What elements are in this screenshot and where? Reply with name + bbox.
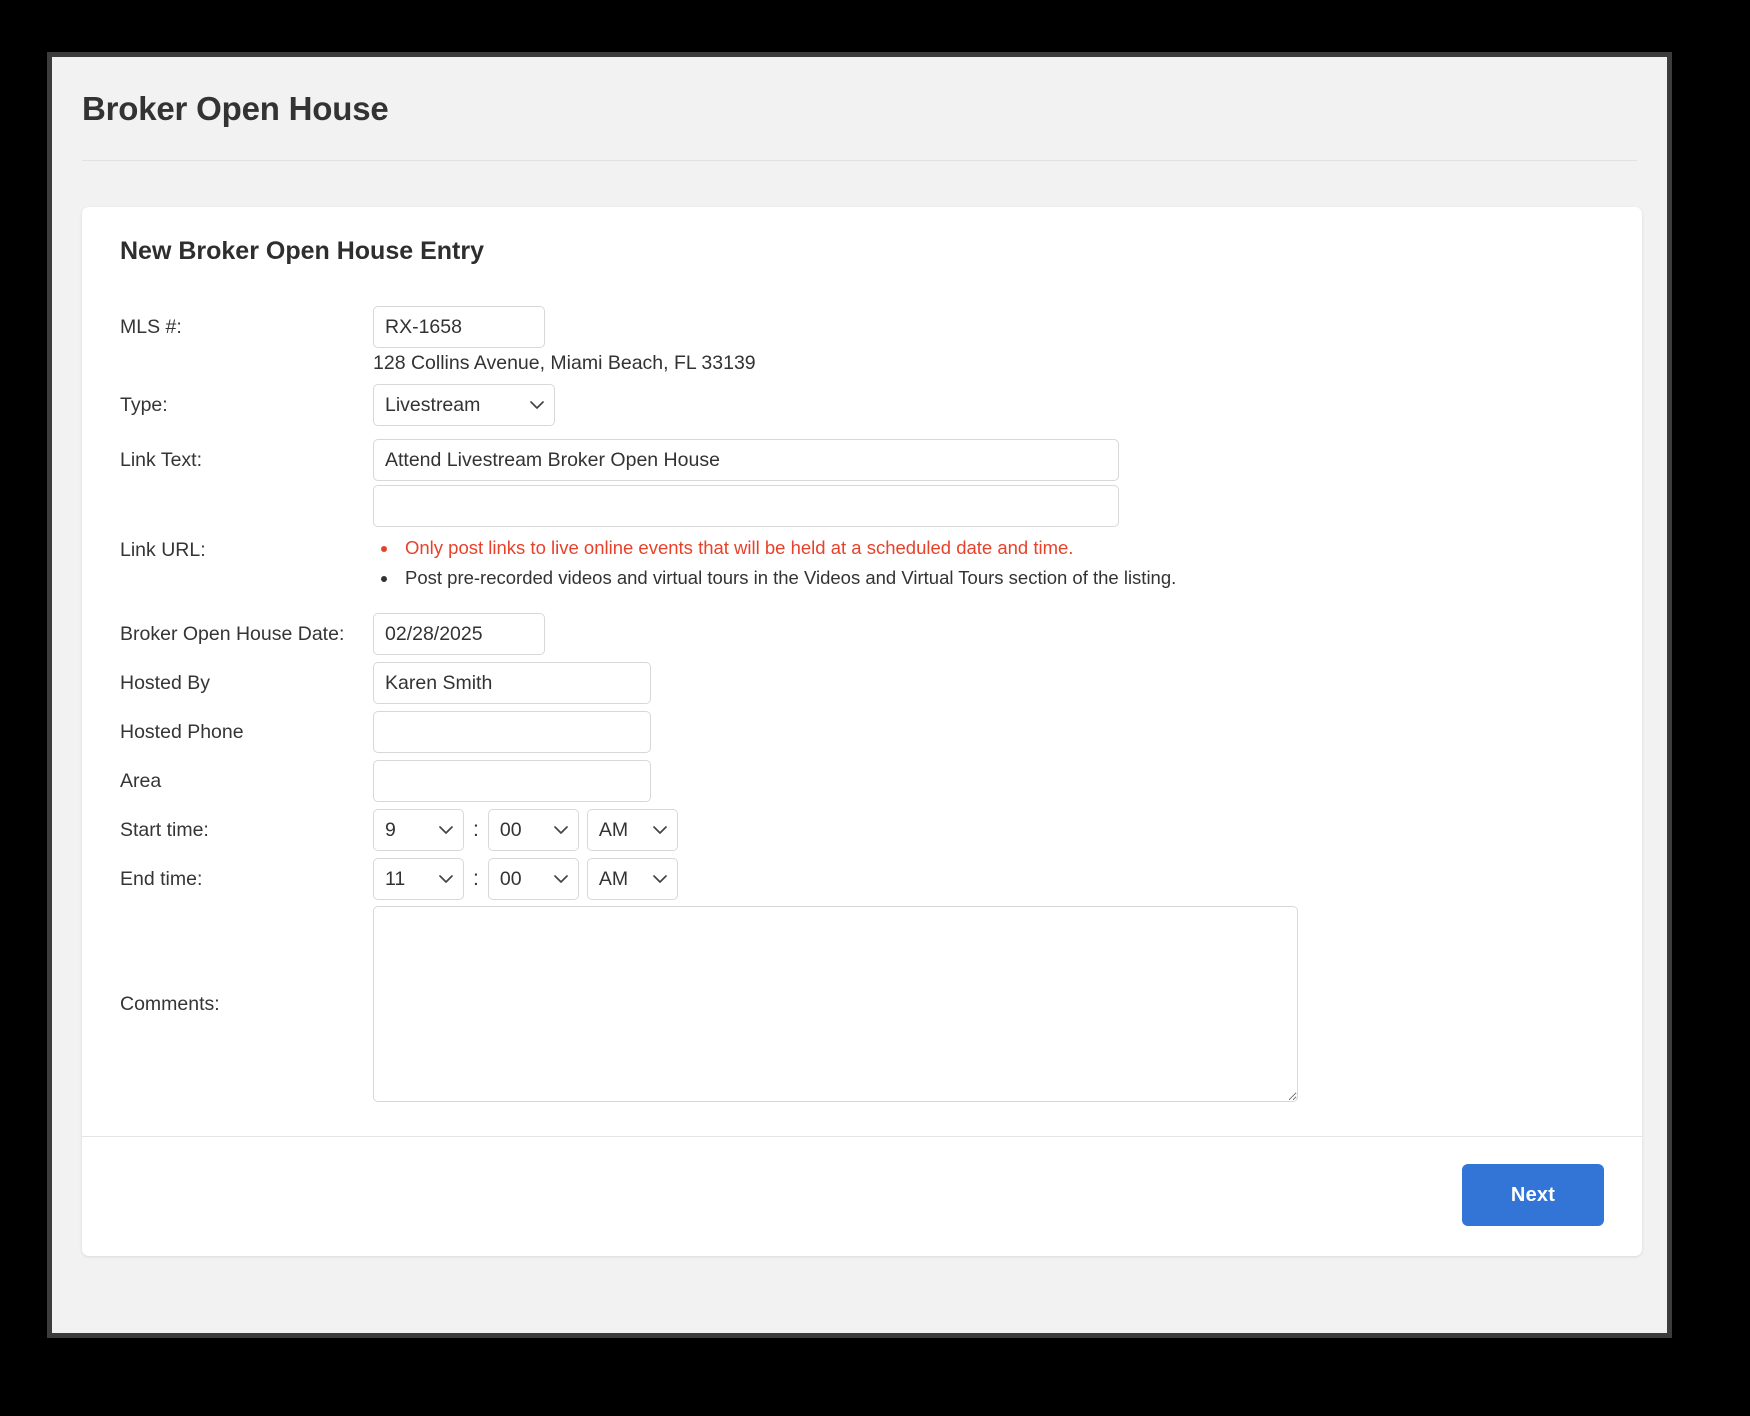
form-row-area: Area	[120, 760, 1604, 803]
form-row-hosted-by: Hosted By	[120, 662, 1604, 705]
type-label: Type:	[120, 394, 168, 417]
end-time-group: 11 : 00 AM	[373, 858, 1604, 901]
form-row-comments: Comments:	[120, 906, 1604, 1103]
hosted-phone-input[interactable]	[373, 711, 651, 754]
link-text-field-wrap	[373, 439, 1604, 482]
card-heading: New Broker Open House Entry	[120, 237, 484, 265]
area-input[interactable]	[373, 760, 651, 803]
start-time-hour-select[interactable]: 9	[373, 809, 464, 852]
link-url-label: Link URL:	[120, 539, 206, 562]
hosted-by-field-wrap	[373, 662, 1604, 705]
start-time-meridiem-select[interactable]: AM	[586, 809, 678, 852]
link-url-notes: Only post links to live online events th…	[373, 535, 1604, 595]
type-select[interactable]: Livestream	[373, 384, 555, 427]
start-time-group: 9 : 00 AM	[373, 809, 1604, 852]
end-time-hour-select[interactable]: 11	[373, 858, 464, 901]
mls-field-wrap	[373, 306, 1604, 348]
page-content: Broker Open House New Broker Open House …	[52, 57, 1667, 1333]
form-card: New Broker Open House Entry MLS #: 128 C…	[82, 207, 1642, 1257]
start-time-minute-select[interactable]: 00	[487, 809, 579, 852]
comments-textarea[interactable]	[373, 906, 1298, 1103]
open-house-date-field-wrap	[373, 613, 1604, 656]
end-time-label: End time:	[120, 867, 203, 890]
form-row-link-text: Link Text:	[120, 439, 1604, 482]
note-item-info: Post pre-recorded videos and virtual tou…	[399, 565, 1604, 592]
mls-label: MLS #:	[120, 315, 182, 338]
form-row-start-time: Start time: 9 : 00 AM	[120, 809, 1604, 852]
hosted-by-label: Hosted By	[120, 671, 210, 694]
hosted-by-input[interactable]	[373, 662, 651, 705]
hosted-phone-field-wrap	[373, 711, 1604, 754]
browser-viewport: Broker Open House New Broker Open House …	[47, 52, 1672, 1338]
form-card-footer: Next	[82, 1136, 1642, 1256]
end-time-meridiem-select[interactable]: AM	[586, 858, 678, 901]
start-time-separator: :	[473, 818, 479, 842]
comments-field-wrap	[373, 906, 1604, 1103]
header-divider	[82, 159, 1637, 161]
end-time-separator: :	[473, 867, 479, 891]
type-field-wrap: Livestream	[373, 384, 1604, 427]
next-button[interactable]: Next	[1462, 1164, 1604, 1227]
property-address: 128 Collins Avenue, Miami Beach, FL 3313…	[373, 352, 756, 374]
form-row-link-url: Link URL: Only post links to live online…	[120, 481, 1604, 595]
form-row-end-time: End time: 11 : 00 AM	[120, 858, 1604, 901]
link-text-input[interactable]	[373, 439, 1119, 482]
open-house-date-label: Broker Open House Date:	[120, 622, 345, 645]
link-url-input[interactable]	[373, 485, 1119, 528]
form-row-open-house-date: Broker Open House Date:	[120, 613, 1604, 656]
area-label: Area	[120, 769, 162, 792]
link-text-label: Link Text:	[120, 449, 203, 472]
form-row-type: Type: Livestream	[120, 384, 1604, 427]
form-card-body: New Broker Open House Entry MLS #: 128 C…	[82, 207, 1642, 1136]
start-time-field-wrap: 9 : 00 AM	[373, 809, 1604, 852]
broker-open-house-form: MLS #: 128 Collins Avenue, Miami Beach, …	[120, 306, 1604, 1103]
comments-label: Comments:	[120, 992, 220, 1015]
end-time-minute-select[interactable]: 00	[487, 858, 579, 901]
note-item-warning: Only post links to live online events th…	[399, 535, 1604, 562]
form-row-mls: MLS #:	[120, 306, 1604, 348]
link-url-field-wrap: Only post links to live online events th…	[373, 481, 1604, 595]
form-row-hosted-phone: Hosted Phone	[120, 711, 1604, 754]
mls-input[interactable]	[373, 306, 545, 348]
page-title: Broker Open House	[82, 90, 389, 127]
page-header: Broker Open House	[52, 57, 1667, 161]
open-house-date-input[interactable]	[373, 613, 545, 656]
start-time-label: Start time:	[120, 818, 209, 841]
area-field-wrap	[373, 760, 1604, 803]
hosted-phone-label: Hosted Phone	[120, 720, 244, 743]
end-time-field-wrap: 11 : 00 AM	[373, 858, 1604, 901]
